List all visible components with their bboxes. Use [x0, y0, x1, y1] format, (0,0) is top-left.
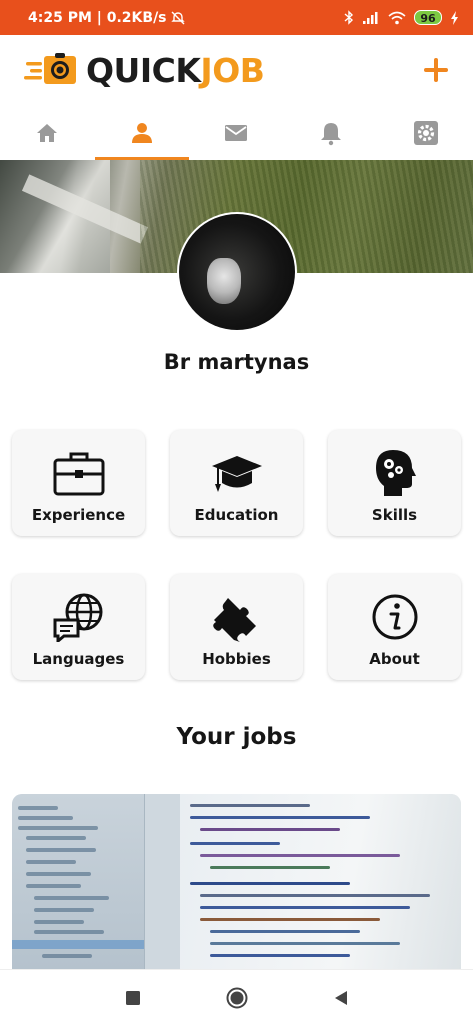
- wifi-icon: [388, 11, 406, 24]
- languages-label: Languages: [32, 650, 125, 668]
- logo-text: QUICKJOB: [86, 50, 265, 90]
- head-gears-icon: [368, 448, 422, 498]
- recent-apps-icon: [125, 990, 140, 1005]
- back-button[interactable]: [329, 986, 353, 1010]
- gear-icon: [413, 120, 438, 145]
- system-nav-bar: [0, 969, 473, 1025]
- status-bar: 4:25 PM | 0.2KB/s 96: [0, 0, 473, 35]
- app-logo: QUICKJOB: [24, 50, 265, 90]
- app-header: QUICKJOB: [0, 35, 473, 105]
- battery-level: 96: [414, 10, 442, 25]
- skills-card[interactable]: Skills: [328, 430, 461, 536]
- briefcase-icon: [52, 448, 106, 498]
- skills-label: Skills: [371, 506, 418, 524]
- tab-bar: [0, 105, 473, 160]
- experience-label: Experience: [31, 506, 126, 524]
- home-circle-icon: [226, 987, 247, 1008]
- tab-profile[interactable]: [94, 105, 190, 160]
- tab-messages[interactable]: [189, 105, 284, 160]
- logo-job: JOB: [200, 50, 265, 90]
- charging-icon: [451, 10, 458, 25]
- add-button[interactable]: [419, 53, 453, 87]
- experience-card[interactable]: Experience: [12, 430, 145, 536]
- hobbies-label: Hobbies: [202, 650, 271, 668]
- languages-card[interactable]: Languages: [12, 574, 145, 680]
- home-icon: [37, 123, 58, 142]
- about-label: About: [369, 650, 420, 668]
- hobbies-card[interactable]: Hobbies: [170, 574, 303, 680]
- job-image-code: [180, 794, 461, 969]
- info-icon: [368, 592, 422, 642]
- job-image-gutter: [144, 794, 180, 969]
- avatar[interactable]: [177, 212, 297, 332]
- logo-quick: QUICK: [86, 50, 201, 90]
- profile-sections: Experience Education Skills Languages Ho…: [12, 430, 461, 680]
- signal-icon: [363, 11, 378, 24]
- education-card[interactable]: Education: [170, 430, 303, 536]
- back-icon: [334, 990, 347, 1005]
- globe-chat-icon: [52, 592, 106, 642]
- alarm-off-icon: [170, 11, 185, 24]
- home-nav-button[interactable]: [225, 986, 249, 1010]
- bluetooth-icon: [344, 10, 354, 25]
- job-card[interactable]: [12, 794, 461, 969]
- tab-notifications[interactable]: [284, 105, 379, 160]
- about-card[interactable]: About: [328, 574, 461, 680]
- bell-icon: [321, 122, 342, 145]
- recent-apps-button[interactable]: [121, 986, 145, 1010]
- education-label: Education: [194, 506, 279, 524]
- person-icon: [131, 122, 152, 143]
- graduation-cap-icon: [210, 448, 264, 498]
- profile-name: Br martynas: [163, 350, 310, 374]
- mail-icon: [225, 124, 248, 141]
- job-image-sidebar: [12, 794, 144, 969]
- puzzle-icon: [210, 592, 264, 642]
- your-jobs-title: Your jobs: [176, 724, 297, 750]
- logo-icon: [24, 53, 84, 87]
- status-time: 4:25 PM | 0.2KB/s: [28, 9, 167, 26]
- tab-home[interactable]: [0, 105, 95, 160]
- tab-settings[interactable]: [378, 105, 473, 160]
